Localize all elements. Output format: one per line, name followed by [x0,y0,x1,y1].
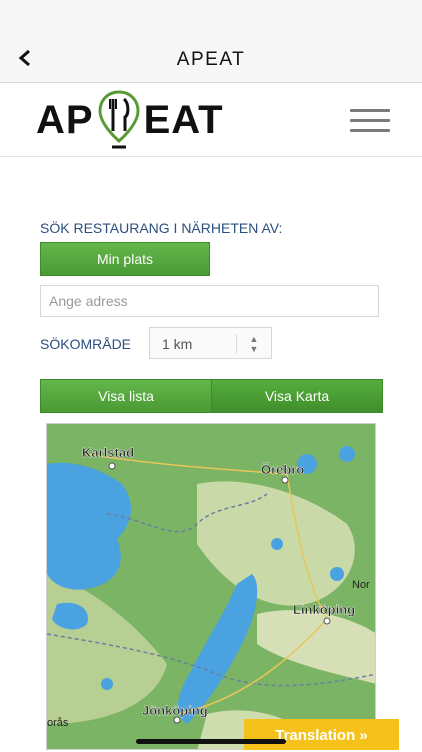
map-label-jonkoping: Jönköping [142,703,208,718]
address-input[interactable]: Ange adress [40,285,379,317]
translation-button[interactable]: Translation » [244,719,399,750]
show-list-button[interactable]: Visa lista [40,379,212,413]
search-heading: SÖK RESTAURANG I NÄRHETEN AV: [40,220,283,236]
my-location-button[interactable]: Min plats [40,242,210,276]
menu-button[interactable] [350,109,390,133]
updown-arrows-icon: ▲ ▼ [236,334,271,354]
logo-text-right: EAT [143,98,224,142]
map-label-boras: orås [47,717,69,729]
nav-bar: APEAT [0,0,422,83]
fork-knife-pin-icon [98,90,140,149]
logo-text-left: AP [36,98,94,142]
apeat-logo[interactable]: AP EAT [36,87,224,153]
home-indicator[interactable] [136,739,286,744]
map-label-nor: Nor [352,579,370,591]
map-view[interactable]: Karlstad Örebro Nor Linköping Jönköping … [46,423,376,750]
search-area-select[interactable]: 1 km ▲ ▼ [149,327,272,359]
map-canvas: Karlstad Örebro Nor Linköping Jönköping … [47,424,375,749]
map-label-karlstad: Karlstad [82,445,134,460]
page-title: APEAT [176,49,246,70]
site-header: AP EAT [0,83,422,157]
map-label-linkoping: Linköping [293,602,355,617]
show-map-button[interactable]: Visa Karta [211,379,383,413]
search-area-value: 1 km [162,336,193,352]
search-area-label: SÖKOMRÅDE [40,336,132,352]
hamburger-icon [350,109,390,112]
map-label-orebro: Örebro [261,462,304,477]
